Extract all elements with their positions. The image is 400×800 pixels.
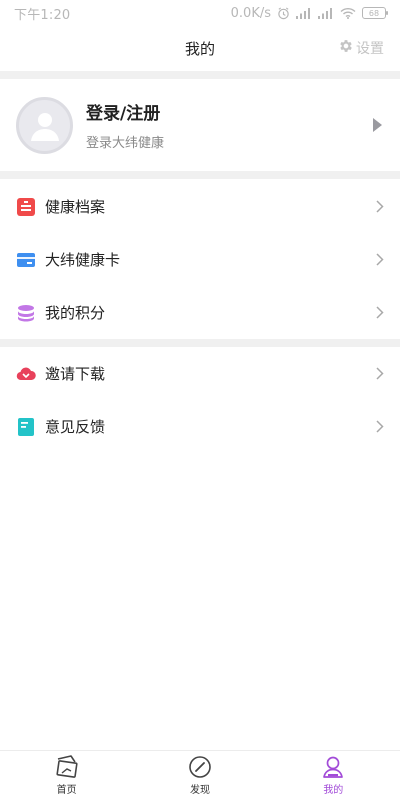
home-icon — [56, 755, 78, 778]
login-subtitle: 登录大纬健康 — [86, 136, 165, 151]
wifi-icon — [340, 7, 356, 19]
section-divider — [0, 339, 400, 347]
nav-label: 首页 — [56, 785, 77, 796]
nav-item-profile[interactable]: 我的 — [267, 751, 400, 800]
menu-label: 意见反馈 — [45, 418, 106, 436]
nav-item-discover[interactable]: 发现 — [133, 751, 266, 800]
person-icon — [30, 113, 59, 141]
page-title: 我的 — [184, 40, 215, 58]
title-bar: 我的 设置 — [0, 26, 400, 71]
menu-label: 健康档案 — [45, 198, 106, 216]
signal-icon-2 — [318, 7, 334, 19]
profile-icon — [323, 756, 344, 778]
menu-item-feedback[interactable]: 意见反馈 — [0, 400, 400, 453]
health-card-icon — [16, 250, 36, 270]
status-bar: 下午1:20 0.0K/s 68 — [0, 0, 400, 26]
gear-icon — [338, 38, 354, 58]
chevron-right-icon — [376, 253, 384, 266]
menu-label: 邀请下载 — [45, 365, 106, 383]
chevron-right-icon — [376, 306, 384, 319]
settings-label: 设置 — [356, 41, 384, 57]
menu-item-health-card[interactable]: 大纬健康卡 — [0, 233, 400, 286]
network-speed: 0.0K/s — [230, 5, 271, 21]
chevron-right-icon — [376, 420, 384, 433]
triangle-right-icon — [373, 118, 382, 132]
health-record-icon — [16, 197, 36, 217]
menu-label: 我的积分 — [45, 304, 106, 322]
feedback-icon — [16, 417, 36, 437]
invite-download-icon — [16, 364, 36, 384]
login-register-title: 登录/注册 — [86, 104, 161, 124]
nav-label: 发现 — [189, 785, 210, 796]
signal-icon — [296, 7, 312, 19]
bottom-nav: 首页 发现 我的 — [0, 750, 400, 800]
menu-label: 大纬健康卡 — [45, 251, 121, 269]
menu-group-1: 健康档案 大纬健康卡 我的积分 — [0, 180, 400, 339]
nav-label: 我的 — [323, 785, 344, 796]
menu-item-points[interactable]: 我的积分 — [0, 286, 400, 339]
chevron-right-icon — [376, 367, 384, 380]
alarm-icon — [277, 6, 290, 20]
status-time: 下午1:20 — [14, 7, 71, 23]
menu-item-health-record[interactable]: 健康档案 — [0, 180, 400, 233]
settings-button[interactable]: 设置 — [338, 38, 384, 58]
section-divider — [0, 71, 400, 79]
menu-group-2: 邀请下载 意见反馈 — [0, 347, 400, 453]
battery-icon: 68 — [362, 7, 388, 19]
profile-login-row[interactable]: 登录/注册 登录大纬健康 — [0, 79, 400, 171]
nav-item-home[interactable]: 首页 — [0, 751, 133, 800]
status-icons: 0.0K/s 68 — [230, 5, 388, 21]
section-divider — [0, 171, 400, 179]
discover-icon — [189, 756, 211, 778]
points-icon — [16, 303, 36, 323]
chevron-right-icon — [376, 200, 384, 213]
avatar — [16, 96, 73, 154]
menu-item-invite-download[interactable]: 邀请下载 — [0, 347, 400, 400]
